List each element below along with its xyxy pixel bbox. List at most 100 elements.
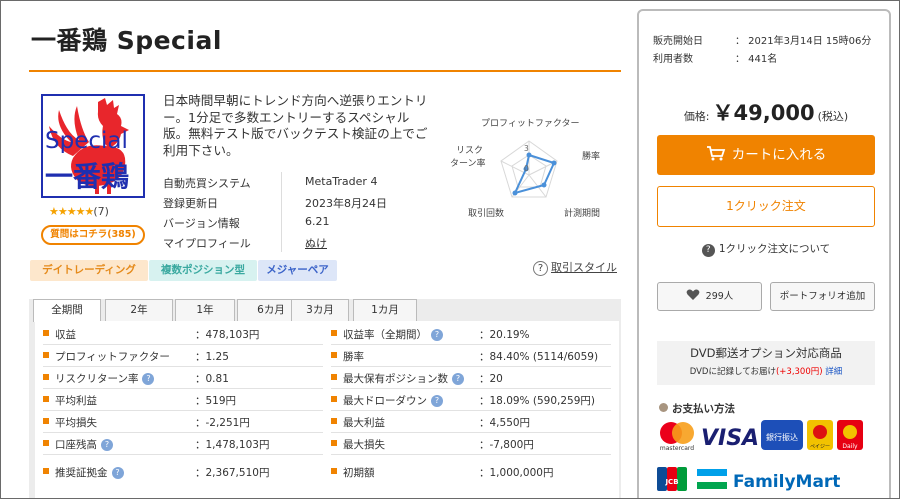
favorite-button[interactable]: 299人 bbox=[657, 282, 762, 311]
stat-stats_right-4: 最大利益 ：4,550円 bbox=[331, 411, 611, 433]
dvd-subtext: DVDに記録してお届け(+3,300円) 詳細 bbox=[657, 365, 875, 377]
help-icon[interactable]: ? bbox=[431, 329, 443, 341]
stat-stats_left-5: 口座残高? ：1,478,103円 bbox=[43, 433, 323, 455]
jcb-logo-icon: JCB bbox=[657, 467, 687, 491]
help-icon[interactable]: ? bbox=[431, 395, 443, 407]
rooster-logo-icon: Special 一番鶏 bbox=[45, 98, 129, 194]
logo-special-text: Special bbox=[45, 128, 128, 154]
stat-value: ：1,000,000円 bbox=[479, 467, 554, 479]
stat-stats_right-2: 最大保有ポジション数? ：20 bbox=[331, 367, 611, 389]
mastercard-logo-icon: mastercard bbox=[660, 422, 694, 452]
payment-title-label: お支払い方法 bbox=[672, 403, 735, 415]
stat-label: 推奨証拠金? bbox=[55, 465, 124, 480]
tag-major-pair[interactable]: メジャーペア bbox=[258, 260, 337, 281]
svg-text:Daily: Daily bbox=[842, 443, 858, 450]
help-icon[interactable]: ? bbox=[111, 467, 124, 479]
stat-stats_left-0: 収益 ：478,103円 bbox=[43, 323, 323, 345]
title-divider bbox=[29, 70, 621, 72]
stat-label: 平均利益 bbox=[55, 395, 97, 407]
tab-all[interactable]: 全期間 bbox=[33, 299, 101, 322]
help-icon[interactable]: ? bbox=[142, 373, 155, 385]
info-value: 6.21 bbox=[305, 215, 330, 228]
tab-1y[interactable]: 1年 bbox=[175, 299, 235, 321]
visa-logo-icon: VISA bbox=[701, 426, 759, 451]
user-count: 利用者数 ： 441名 bbox=[653, 50, 777, 65]
stats-table: 収益 ：478,103円 プロフィットファクター ：1.25 リスクリターン率? ：0.8… bbox=[35, 321, 619, 498]
stat-value: ：84.40% (5114/6059) bbox=[479, 351, 599, 363]
stat-label: 口座残高? bbox=[55, 437, 113, 452]
bullet-icon bbox=[331, 468, 337, 474]
favorite-count: 299人 bbox=[705, 291, 734, 302]
trade-style-help-link[interactable]: ? 取引スタイル bbox=[533, 259, 617, 276]
help-icon[interactable]: ? bbox=[101, 439, 113, 451]
bullet-icon bbox=[331, 418, 337, 424]
question-button[interactable]: 質問はコチラ(385) bbox=[41, 225, 145, 245]
info-value: MetaTrader 4 bbox=[305, 175, 378, 188]
bullet-icon bbox=[43, 440, 49, 446]
info-value: 2023年8月24日 bbox=[305, 197, 387, 210]
stat-value: ：20 bbox=[479, 373, 503, 385]
bullet-icon bbox=[331, 330, 337, 336]
help-icon[interactable]: ? bbox=[452, 373, 464, 385]
radar-scale-0: 0 bbox=[524, 164, 529, 173]
price-tax: (税込) bbox=[817, 110, 849, 123]
question-icon: ? bbox=[701, 244, 715, 257]
bullet-icon bbox=[43, 396, 49, 402]
radar-label-winrate: 勝率 bbox=[582, 150, 600, 162]
tab-1m[interactable]: 1カ月 bbox=[353, 299, 417, 321]
one-click-order-button[interactable]: 1クリック注文 bbox=[657, 186, 875, 227]
tab-2y[interactable]: 2年 bbox=[105, 299, 173, 321]
tag-label: デイトレーディング bbox=[42, 264, 136, 276]
info-row-profile: マイプロフィール ぬけ bbox=[163, 232, 433, 252]
radar-label-trades: 取引回数 bbox=[468, 207, 504, 219]
stat-label: 最大保有ポジション数? bbox=[343, 371, 464, 386]
add-portfolio-button[interactable]: ポートフォリオ追加 bbox=[770, 282, 875, 311]
dvd-details-link[interactable]: 詳細 bbox=[825, 367, 842, 377]
page-frame: 一番鶏 Special Special 一番鶏 ★★★★★(7) 質問はコチラ(… bbox=[0, 0, 900, 499]
svg-text:FamilyMart: FamilyMart bbox=[733, 472, 840, 492]
pay-easy-icon: ペイジー bbox=[807, 420, 833, 450]
dvd-title: DVD郵送オプション対応商品 bbox=[690, 346, 842, 360]
product-main: 一番鶏 Special Special 一番鶏 ★★★★★(7) 質問はコチラ(… bbox=[13, 1, 627, 498]
one-click-help-label: 1クリック注文について bbox=[718, 243, 831, 255]
tag-daytrade[interactable]: デイトレーディング bbox=[30, 260, 148, 281]
stat-value: ：478,103円 bbox=[195, 329, 260, 341]
sale-start: 販売開始日 ： 2021年3月14日 15時06分 bbox=[653, 32, 871, 47]
info-label: 登録更新日 bbox=[163, 197, 218, 210]
stat-value: ：20.19% bbox=[479, 329, 530, 341]
stat-label: 収益 bbox=[55, 329, 76, 341]
add-to-cart-button[interactable]: カートに入れる bbox=[657, 135, 875, 175]
price-value: ￥49,000 bbox=[712, 101, 815, 125]
bullet-icon bbox=[43, 418, 49, 424]
stat-label: 勝率 bbox=[343, 351, 364, 363]
stat-stats_right-6: 初期額 ：1,000,000円 bbox=[331, 461, 611, 483]
tag-multi-position[interactable]: 複数ポジション型 bbox=[149, 260, 257, 281]
info-label: バージョン情報 bbox=[163, 217, 240, 230]
trade-style-label: 取引スタイル bbox=[551, 261, 617, 274]
daily-yamazaki-icon: Daily bbox=[837, 420, 863, 450]
stat-label: 最大利益 bbox=[343, 417, 385, 429]
rating-count: (7) bbox=[93, 205, 109, 218]
svg-text:mastercard: mastercard bbox=[660, 445, 694, 452]
stat-label: 平均損失 bbox=[55, 417, 97, 429]
stat-stats_left-3: 平均利益 ：519円 bbox=[43, 389, 323, 411]
bullet-icon bbox=[43, 468, 49, 474]
svg-text:銀行振込: 銀行振込 bbox=[766, 432, 798, 442]
stats-panel: 全期間 2年 1年 6カ月 3カ月 1カ月 収益 ：478,103円 プロフィットフ… bbox=[29, 299, 621, 498]
cart-icon bbox=[706, 146, 725, 161]
dvd-option-box: DVD郵送オプション対応商品 DVDに記録してお届け(+3,300円) 詳細 bbox=[657, 341, 875, 385]
bullet-icon bbox=[331, 352, 337, 358]
stat-value: ：1,478,103円 bbox=[195, 439, 270, 451]
one-click-help-link[interactable]: ? 1クリック注文について bbox=[639, 241, 893, 257]
stat-stats_left-1: プロフィットファクター ：1.25 bbox=[43, 345, 323, 367]
bullet-icon bbox=[331, 440, 337, 446]
tab-3m[interactable]: 3カ月 bbox=[291, 299, 349, 321]
info-label: 自動売買システム bbox=[163, 177, 251, 190]
tag-label: メジャーペア bbox=[266, 264, 329, 276]
info-row-updated: 登録更新日 2023年8月24日 bbox=[163, 192, 433, 212]
profile-link[interactable]: ぬけ bbox=[305, 235, 327, 251]
bullet-icon bbox=[331, 396, 337, 402]
stat-stats_right-0: 収益率（全期間）? ：20.19% bbox=[331, 323, 611, 345]
info-row-version: バージョン情報 6.21 bbox=[163, 212, 433, 232]
bullet-icon bbox=[659, 403, 668, 412]
